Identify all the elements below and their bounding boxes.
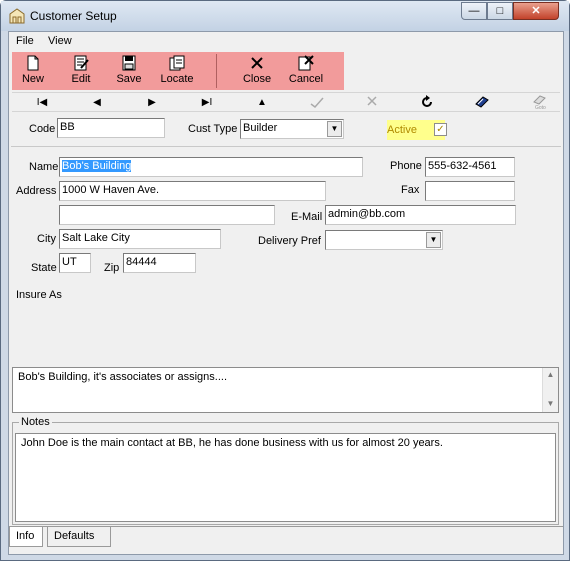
main-toolbar: New Edit Save Locate Close Cancel (12, 52, 344, 90)
locate-button[interactable]: Locate (156, 54, 198, 88)
new-document-icon (27, 55, 39, 71)
menu-view[interactable]: View (48, 35, 72, 47)
insure-scrollbar[interactable]: ▲ ▼ (542, 368, 558, 412)
menu-bar: File View (9, 32, 563, 50)
notes-textarea[interactable]: John Doe is the main contact at BB, he h… (15, 433, 556, 522)
save-disk-icon (122, 55, 136, 71)
checkmark-disabled-icon (310, 97, 324, 109)
refresh-button[interactable] (413, 95, 441, 111)
notes-label: Notes (19, 416, 52, 428)
cancel-label: Cancel (288, 73, 324, 85)
cancel-x-disabled-icon (367, 96, 377, 106)
active-checkbox-area[interactable]: Active ✓ (387, 120, 447, 140)
zip-field[interactable]: 84444 (123, 253, 196, 273)
client-area: File View New Edit Save Locate Close Can… (8, 31, 564, 555)
address-label: Address (16, 185, 57, 197)
active-checkbox[interactable]: ✓ (434, 123, 447, 136)
previous-record-button[interactable]: ◀ (83, 95, 111, 111)
save-button[interactable]: Save (112, 54, 146, 88)
edit-label: Edit (71, 73, 91, 85)
notes-group: Notes John Doe is the main contact at BB… (12, 416, 559, 525)
refresh-icon (422, 95, 432, 107)
locate-label: Locate (160, 73, 194, 85)
tab-info[interactable]: Info (9, 527, 43, 547)
insure-as-text: Bob's Building, it's associates or assig… (18, 371, 228, 383)
active-label: Active (387, 124, 417, 136)
new-label: New (21, 73, 44, 85)
app-icon (9, 8, 25, 24)
code-field[interactable]: BB (57, 118, 165, 138)
address-line-1-field[interactable]: 1000 W Haven Ave. (59, 181, 326, 201)
menu-file[interactable]: File (16, 35, 34, 47)
cust-type-label: Cust Type (188, 123, 238, 135)
save-label: Save (116, 73, 142, 85)
close-window-button[interactable]: ✕ (513, 2, 559, 20)
city-field[interactable]: Salt Lake City (59, 229, 221, 249)
minimize-button[interactable]: — (461, 2, 487, 20)
phone-label: Phone (390, 160, 422, 172)
close-button[interactable]: Close (240, 54, 274, 88)
code-label: Code (29, 123, 56, 135)
delivery-pref-label: Delivery Pref (258, 235, 321, 247)
address-line-2-field[interactable] (59, 205, 275, 225)
cancel-icon (298, 55, 314, 71)
new-button[interactable]: New (16, 54, 50, 88)
scroll-up-icon[interactable]: ▲ (543, 370, 558, 379)
goto-bookmark-disabled-icon (533, 95, 546, 105)
zip-label: Zip (104, 262, 120, 274)
delivery-pref-select[interactable]: ▼ (325, 230, 443, 250)
tab-strip: Info Defaults (9, 526, 563, 554)
name-label: Name (29, 161, 59, 173)
close-x-icon (251, 57, 263, 69)
bookmark-icon (475, 96, 489, 108)
last-record-button[interactable]: ▶I (193, 95, 221, 111)
post-edit-button[interactable] (303, 95, 331, 111)
state-field[interactable]: UT (59, 253, 91, 273)
edit-document-icon (74, 55, 89, 71)
cancel-button[interactable]: Cancel (286, 54, 326, 88)
name-field[interactable]: Bob's Building (59, 157, 363, 177)
first-record-button[interactable]: I◀ (28, 95, 56, 111)
record-navigation-bar: I◀ ◀ ▶ ▶I ▲ Goto (12, 92, 560, 112)
toolbar-divider (216, 54, 217, 88)
cust-type-value: Builder (243, 122, 278, 134)
email-label: E-Mail (291, 211, 323, 223)
tab-defaults[interactable]: Defaults (47, 527, 111, 547)
scroll-down-icon[interactable]: ▼ (543, 399, 558, 408)
goto-label: Goto (535, 105, 546, 111)
locate-icon (169, 55, 185, 71)
edit-button[interactable]: Edit (64, 54, 98, 88)
customer-setup-window: Customer Setup — □ ✕ File View New Edit … (0, 0, 570, 561)
cust-type-select[interactable]: Builder ▼ (240, 119, 344, 139)
cancel-edit-button[interactable] (358, 95, 386, 111)
window-title: Customer Setup (30, 9, 117, 23)
insure-as-textarea[interactable]: Bob's Building, it's associates or assig… (12, 367, 559, 413)
maximize-button[interactable]: □ (487, 2, 513, 20)
goto-bookmark-button[interactable]: Goto (526, 95, 554, 111)
city-label: City (37, 233, 56, 245)
header-divider (11, 146, 561, 147)
insure-as-label: Insure As (16, 289, 62, 301)
next-record-button[interactable]: ▶ (138, 95, 166, 111)
chevron-down-icon[interactable]: ▼ (426, 232, 441, 248)
up-button[interactable]: ▲ (248, 95, 276, 111)
name-selected-text: Bob's Building (62, 160, 132, 172)
fax-field[interactable] (425, 181, 515, 201)
phone-field[interactable]: 555-632-4561 (425, 157, 515, 177)
fax-label: Fax (401, 184, 420, 196)
state-label: State (31, 262, 57, 274)
close-label: Close (242, 73, 272, 85)
title-bar: Customer Setup — □ ✕ (1, 1, 569, 31)
email-field[interactable]: admin@bb.com (325, 205, 516, 225)
bookmark-button[interactable] (468, 95, 496, 111)
chevron-down-icon[interactable]: ▼ (327, 121, 342, 137)
